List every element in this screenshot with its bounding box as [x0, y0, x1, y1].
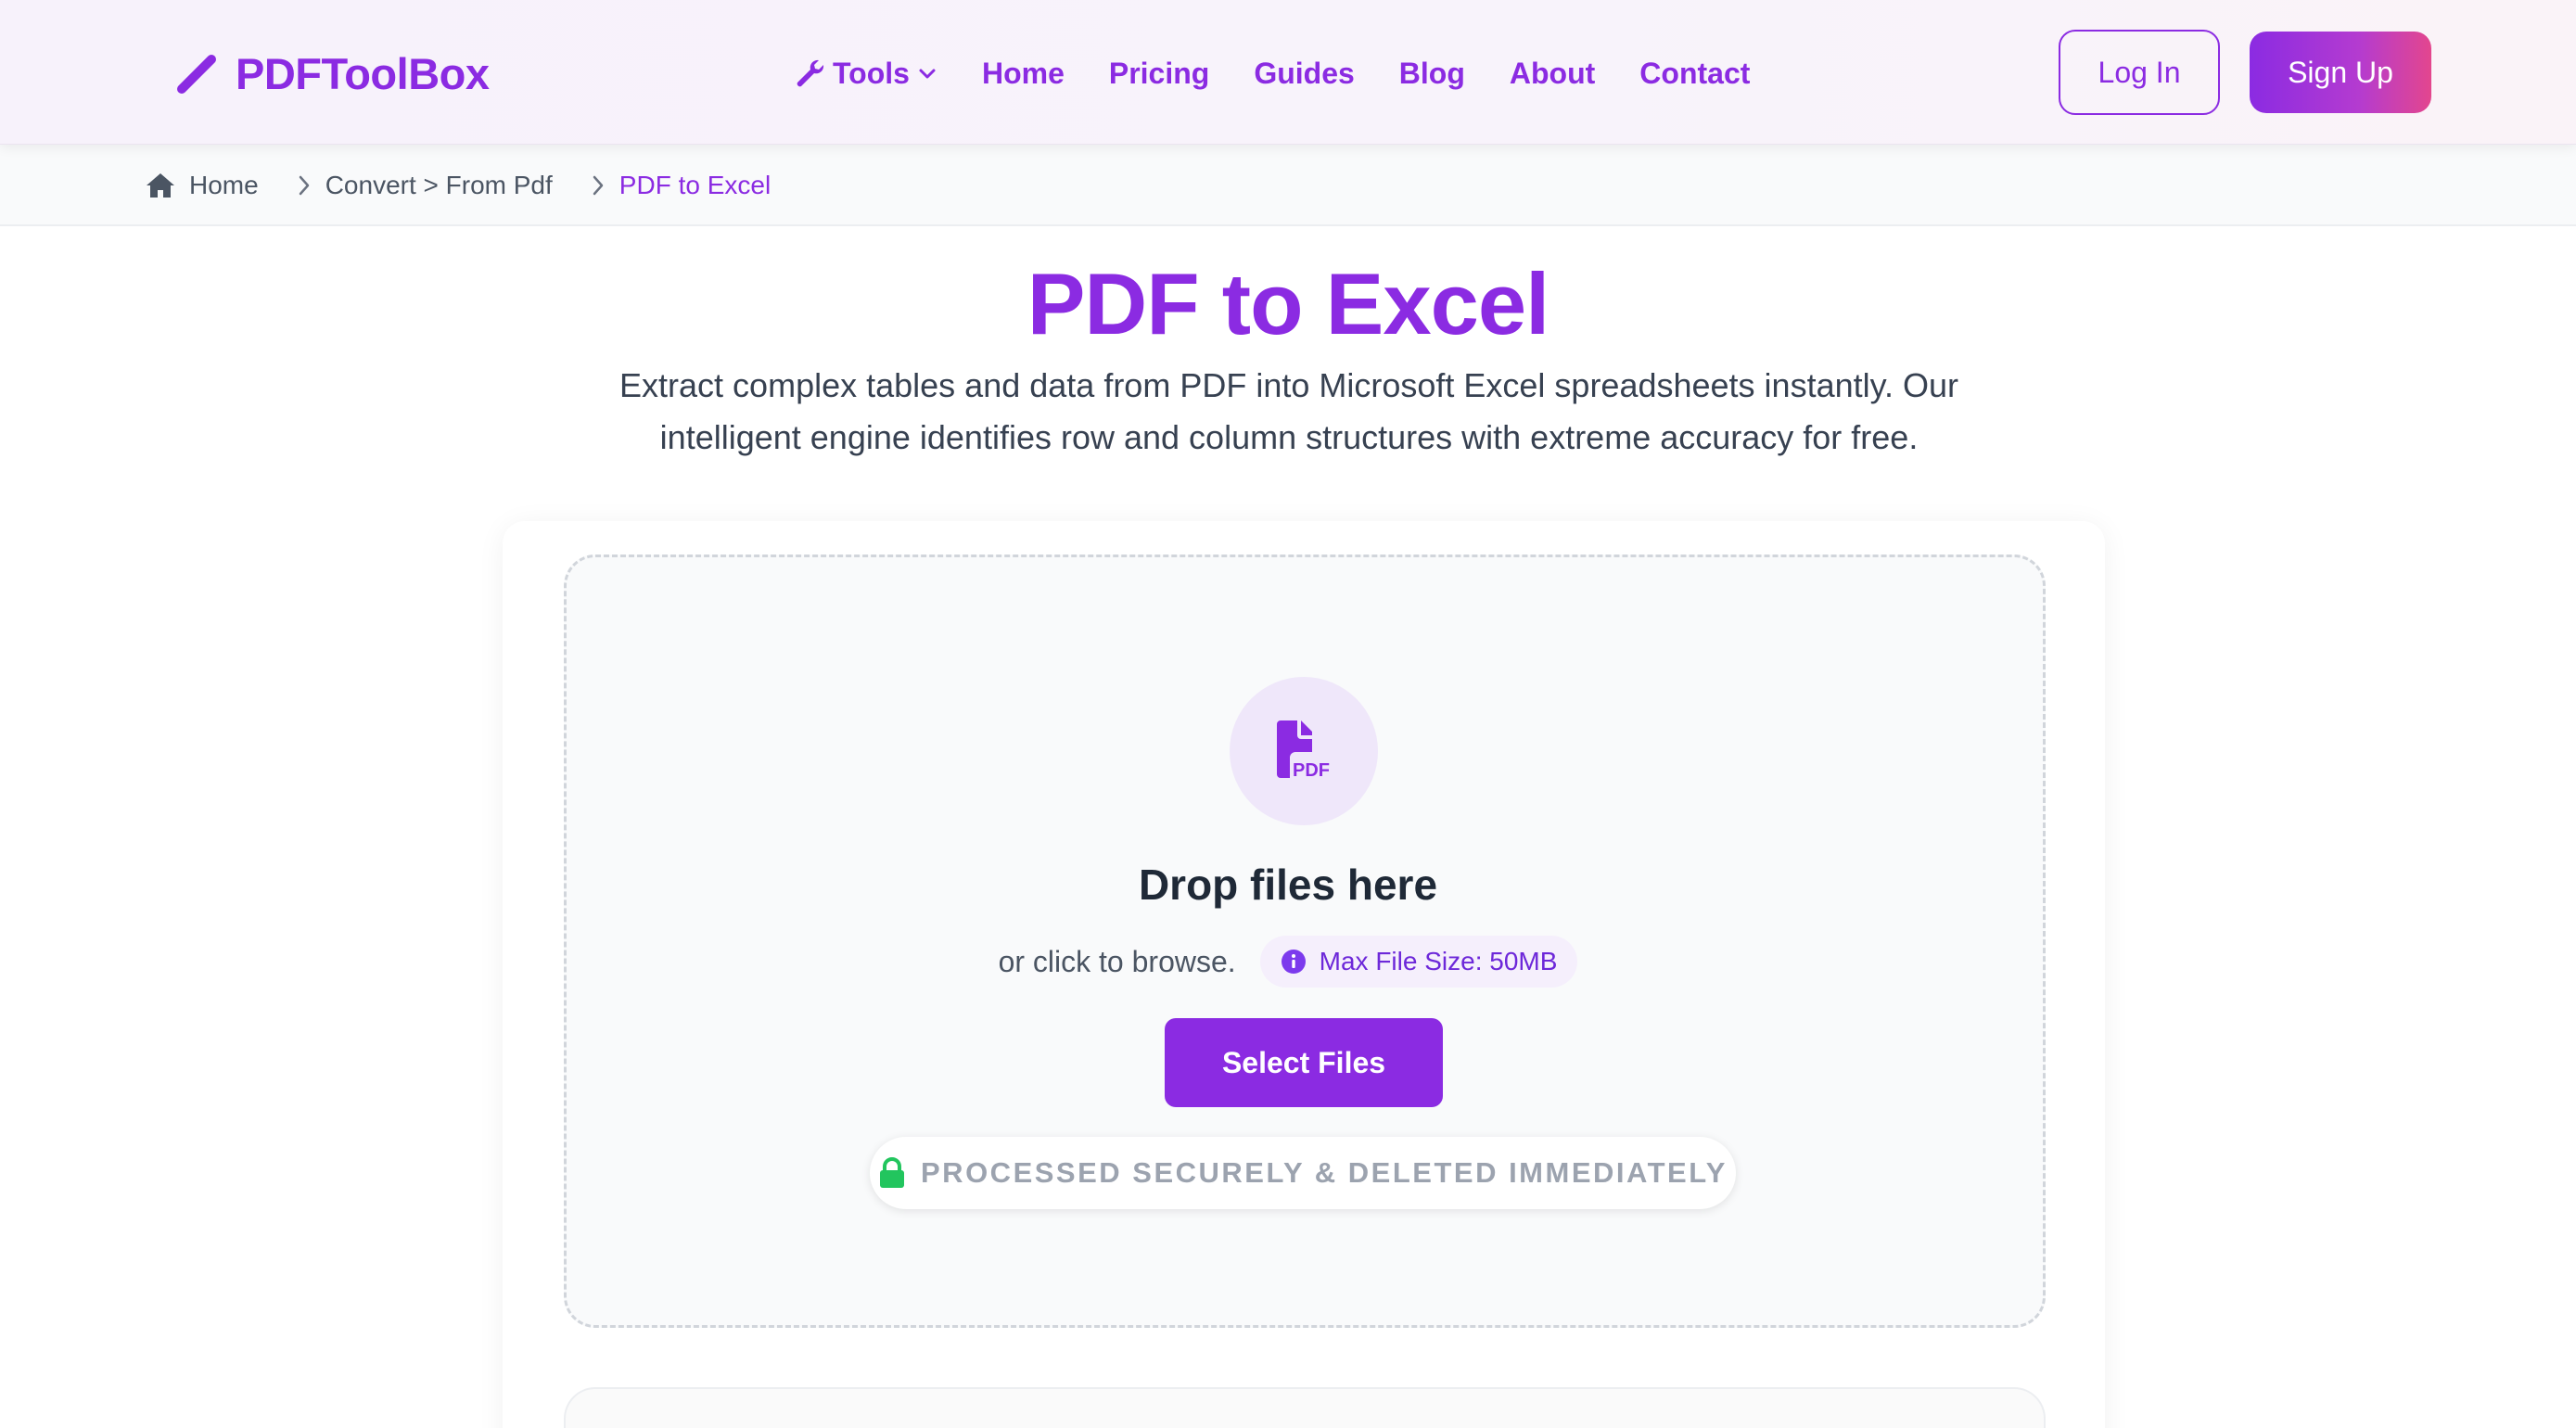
- breadcrumb-current: PDF to Excel: [618, 171, 772, 199]
- nav-tools-label: Tools: [833, 56, 910, 90]
- brand-name: PDFToolBox: [236, 48, 490, 98]
- wrench-icon: [797, 59, 824, 87]
- browse-text: or click to browse.: [998, 944, 1236, 978]
- security-note: PROCESSED SECURELY & DELETED IMMEDIATELY: [870, 1137, 1736, 1209]
- pen-icon: [177, 55, 216, 94]
- pdf-file-icon-label: PDF: [1293, 760, 1330, 781]
- select-files-button[interactable]: Select Files: [1165, 1018, 1443, 1107]
- max-file-size-badge: Max File Size: 50MB: [1259, 936, 1578, 988]
- info-icon: [1281, 950, 1306, 974]
- breadcrumb-bar: Home Convert > From Pdf PDF to Excel: [0, 145, 2576, 226]
- breadcrumb-middle[interactable]: Convert > From Pdf: [325, 171, 553, 200]
- nav-tools[interactable]: Tools: [794, 57, 937, 91]
- page-description: Extract complex tables and data from PDF…: [619, 366, 1958, 456]
- nav-about[interactable]: About: [1510, 57, 1595, 91]
- home-icon: [147, 173, 174, 198]
- breadcrumb-home-label: Home: [189, 171, 259, 199]
- browse-row: or click to browse. Max File Size: 50MB: [0, 935, 2576, 988]
- main-nav: Tools Home Pricing Guides Blog About Con…: [794, 46, 1750, 100]
- nav-blog[interactable]: Blog: [1399, 57, 1465, 91]
- nav-contact[interactable]: Contact: [1639, 57, 1750, 91]
- nav-guides[interactable]: Guides: [1254, 57, 1354, 91]
- chevron-right-icon: [296, 173, 312, 198]
- breadcrumb-home[interactable]: Home: [145, 171, 259, 200]
- site-header: PDFToolBox Tools Home Pricing Guides Blo…: [0, 0, 2576, 145]
- brand-logo[interactable]: PDFToolBox: [172, 45, 490, 102]
- security-note-label: PROCESSED SECURELY & DELETED IMMEDIATELY: [921, 1156, 1728, 1189]
- pdf-file-icon: PDF: [1277, 720, 1330, 781]
- chevron-down-icon: [919, 69, 936, 79]
- pdf-file-icon-circle: PDF: [1230, 677, 1378, 825]
- page-title: PDF to Excel: [1027, 255, 1550, 352]
- lock-icon: [880, 1157, 904, 1188]
- breadcrumb: Home Convert > From Pdf PDF to Excel: [145, 145, 771, 226]
- max-file-size-label: Max File Size: 50MB: [1319, 947, 1558, 975]
- nav-pricing[interactable]: Pricing: [1109, 57, 1209, 91]
- login-button[interactable]: Log In: [2059, 30, 2220, 115]
- drop-title: Drop files here: [1138, 861, 1438, 909]
- page: PDFToolBox Tools Home Pricing Guides Blo…: [0, 0, 2576, 1428]
- signup-button[interactable]: Sign Up: [2250, 32, 2431, 113]
- next-section-card: [564, 1387, 2046, 1428]
- chevron-right-icon: [590, 173, 606, 198]
- nav-home[interactable]: Home: [982, 57, 1065, 91]
